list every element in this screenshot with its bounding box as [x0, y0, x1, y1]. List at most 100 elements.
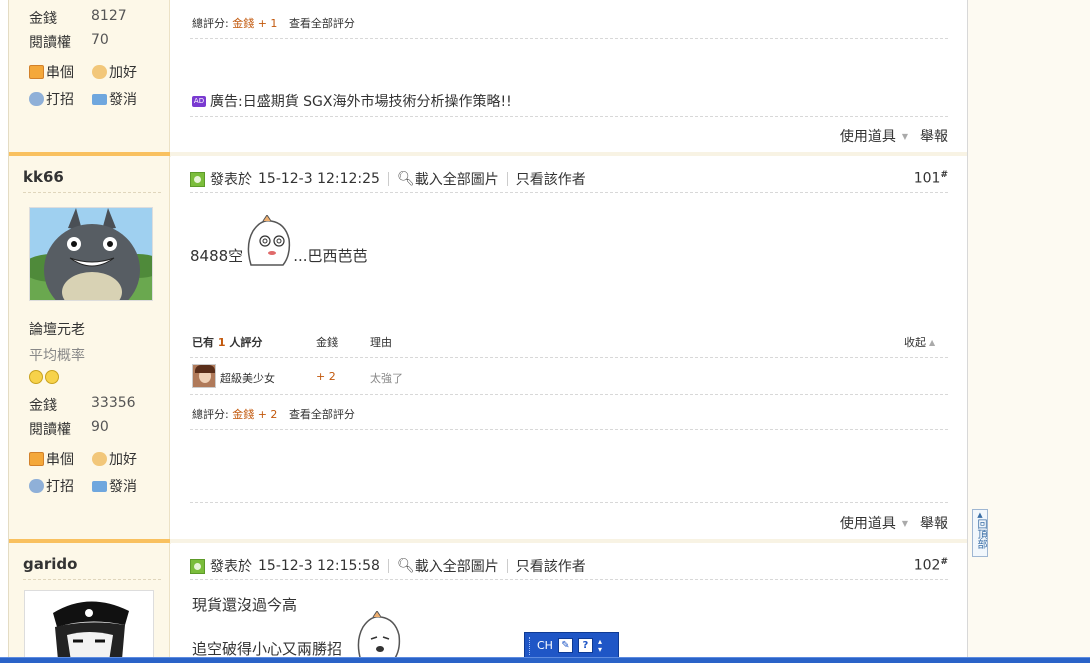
floor-number[interactable]: 101# — [914, 170, 948, 187]
action-label: 打招 — [46, 92, 74, 108]
envelope-icon — [92, 93, 107, 105]
ime-help-icon[interactable]: ? — [577, 638, 593, 653]
back-to-top-button[interactable]: ▲ 回頂部 — [972, 509, 988, 557]
floor-number[interactable]: 102# — [914, 557, 948, 574]
report-button[interactable]: 舉報 — [920, 126, 948, 146]
action-label: 打招 — [46, 479, 74, 495]
use-tools-button[interactable]: 使用道具 — [840, 513, 896, 533]
divider — [23, 192, 161, 193]
rater-money: + 2 — [316, 370, 336, 383]
action-label: 發消 — [109, 479, 137, 495]
author-sidebar-post100: 金錢 8127 閱讀權 70 串個 加好 打招 發消 — [9, 0, 170, 152]
view-all-ratings-link[interactable]: 查看全部評分 — [289, 17, 355, 30]
rating-total-label: 總評分: — [192, 408, 229, 421]
divider — [190, 502, 948, 503]
arrow-up-icon: ▲ — [977, 511, 983, 519]
action-post-link[interactable]: 串個 — [29, 449, 74, 469]
author-sidebar-post102: garido — [9, 543, 170, 663]
posted-time: 15-12-3 12:15:58 — [258, 558, 380, 574]
ime-tool-icon[interactable]: ✎ — [557, 638, 573, 653]
user-greet-icon — [29, 479, 44, 493]
username-link[interactable]: garido — [23, 555, 77, 573]
chevron-down-icon[interactable]: ▼ — [902, 132, 908, 141]
rating-total-value: 金錢 + 2 — [232, 408, 278, 421]
ime-options-chevron-icon[interactable]: ▴ ▾ — [598, 637, 602, 654]
divider — [190, 192, 948, 193]
avatar[interactable] — [24, 590, 154, 663]
ad-text: 廣告:日盛期貨 SGX海外市場技術分析操作策略!! — [210, 94, 512, 110]
action-post-link[interactable]: 串個 — [29, 62, 74, 82]
action-add-friend[interactable]: 加好 — [92, 449, 137, 469]
home-icon — [29, 65, 44, 79]
post-content-line: 現貨還沒過今高 — [192, 596, 298, 614]
ad-link[interactable]: AD 廣告:日盛期貨 SGX海外市場技術分析操作策略!! — [192, 91, 512, 111]
drag-handle-icon[interactable] — [529, 636, 532, 655]
only-author-link[interactable]: 只看該作者 — [516, 169, 586, 189]
posted-label: 發表於 — [210, 559, 252, 575]
action-greet[interactable]: 打招 — [29, 476, 74, 496]
divider — [23, 579, 161, 580]
rater-avatar[interactable] — [192, 364, 216, 388]
action-label: 串個 — [46, 65, 74, 81]
post-content-line: 追空破得小心又兩勝招 — [192, 640, 343, 658]
rank-stars — [29, 370, 59, 384]
rating-col-money: 金錢 — [316, 336, 338, 349]
divider — [190, 579, 948, 580]
rater-name-link[interactable]: 超級美少女 — [220, 370, 275, 386]
rating-total-value: 金錢 + 1 — [232, 17, 278, 30]
post-body-post101: 發表於 15-12-3 12:12:25 🔍︎ 載入全部圖片 只看該作者 101… — [171, 156, 967, 539]
avatar[interactable] — [29, 207, 153, 301]
post-meta: 發表於 15-12-3 12:15:58 🔍︎ 載入全部圖片 只看該作者 — [190, 556, 586, 576]
right-gutter — [968, 0, 1090, 663]
os-taskbar — [0, 657, 1090, 663]
totoro-avatar-image — [30, 208, 152, 300]
divider — [190, 357, 948, 358]
ime-language-bar[interactable]: CH ✎ ? ▴ ▾ — [524, 632, 619, 659]
stat-value-money: 8127 — [91, 8, 127, 24]
ad-badge-icon: AD — [192, 95, 206, 107]
rating-header: 已有 1 人評分 — [192, 336, 263, 349]
divider — [190, 429, 948, 430]
ime-language-indicator[interactable]: CH — [537, 639, 553, 652]
action-message[interactable]: 發消 — [92, 89, 137, 109]
post-body-post100: 總評分: 金錢 + 1 查看全部評分 AD 廣告:日盛期貨 SGX海外市場技術分… — [171, 0, 967, 152]
post-author-icon — [190, 171, 205, 187]
load-all-images-link[interactable]: 載入全部圖片 — [415, 169, 499, 189]
action-greet[interactable]: 打招 — [29, 89, 74, 109]
post-content: 8488空 ...巴西芭芭 — [190, 215, 368, 271]
stat-label-read: 閱讀權 — [29, 35, 71, 51]
rating-total-label: 總評分: — [192, 17, 229, 30]
rating-col-reason: 理由 — [370, 336, 392, 349]
handshake-icon — [92, 452, 107, 466]
post-footer-tools: 使用道具 ▼ 舉報 — [840, 126, 948, 146]
username-link[interactable]: kk66 — [23, 168, 64, 186]
chevron-down-icon[interactable]: ▼ — [902, 519, 908, 528]
stat-label-money: 金錢 — [29, 11, 57, 27]
report-button[interactable]: 舉報 — [920, 513, 948, 533]
view-all-ratings-link[interactable]: 查看全部評分 — [289, 408, 355, 421]
collapse-ratings-button[interactable]: 收起 ▲ — [904, 334, 935, 350]
post-footer-tools: 使用道具 ▼ 舉報 — [840, 513, 948, 533]
rating-summary: 總評分: 金錢 + 1 查看全部評分 — [192, 15, 355, 31]
only-author-link[interactable]: 只看該作者 — [516, 556, 586, 576]
load-all-images-link[interactable]: 載入全部圖片 — [415, 556, 499, 576]
action-label: 加好 — [109, 452, 137, 468]
action-add-friend[interactable]: 加好 — [92, 62, 137, 82]
action-label: 發消 — [109, 92, 137, 108]
rater-reason: 太強了 — [370, 372, 403, 385]
divider — [190, 38, 948, 39]
user-rank: 論壇元老 — [29, 322, 85, 338]
smiley-icon — [29, 370, 43, 384]
magnifier-icon: 🔍︎ — [396, 558, 415, 574]
magnifier-icon: 🔍︎ — [396, 171, 415, 187]
stat-value-read: 70 — [91, 32, 109, 48]
stat-label-read: 閱讀權 — [29, 422, 71, 438]
dizzy-face-emoticon — [247, 215, 291, 266]
action-message[interactable]: 發消 — [92, 476, 137, 496]
posted-label: 發表於 — [210, 172, 252, 188]
use-tools-button[interactable]: 使用道具 — [840, 126, 896, 146]
user-sub-rank: 平均概率 — [29, 348, 85, 364]
divider — [190, 394, 948, 395]
user-greet-icon — [29, 92, 44, 106]
back-to-top-label: 回頂部 — [975, 519, 986, 549]
